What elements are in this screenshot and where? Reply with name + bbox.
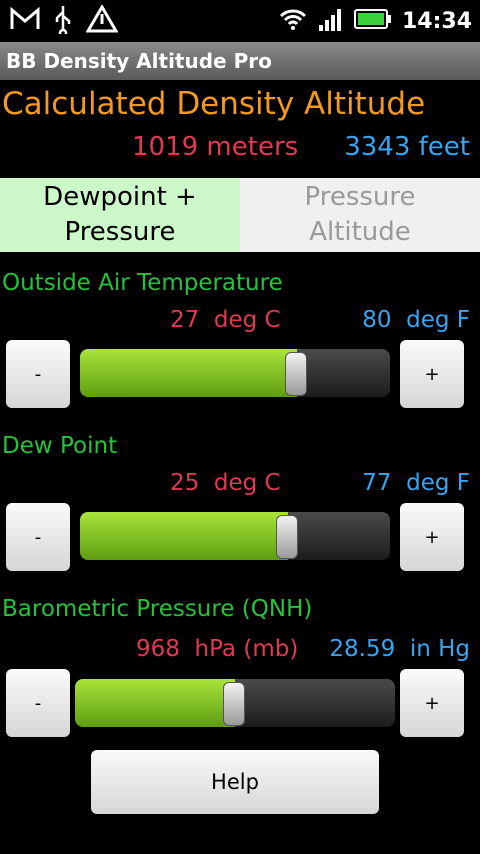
minus-label: -	[34, 526, 42, 548]
pressure-value-hpa: 968 hPa (mb)	[136, 636, 299, 662]
oat-slider-fill	[80, 349, 297, 397]
oat-plus-button[interactable]: +	[400, 340, 464, 408]
oat-slider[interactable]	[80, 349, 390, 397]
minus-label: -	[34, 692, 42, 714]
minus-label: -	[34, 363, 42, 385]
dewpoint-value-c: 25 deg C	[170, 470, 281, 496]
dewpoint-slider-fill	[80, 512, 288, 560]
usb-icon	[52, 4, 74, 38]
help-label: Help	[211, 770, 259, 794]
tab-dewpoint-label: Dewpoint + Pressure	[43, 182, 197, 247]
dewpoint-slider-thumb[interactable]	[275, 515, 298, 559]
dewpoint-label: Dew Point	[2, 433, 118, 459]
pressure-slider-fill	[75, 679, 235, 727]
pressure-label: Barometric Pressure (QNH)	[2, 596, 313, 622]
oat-minus-button[interactable]: -	[6, 340, 70, 408]
pressure-slider-thumb[interactable]	[223, 682, 245, 726]
battery-icon	[353, 8, 392, 34]
oat-slider-thumb[interactable]	[285, 352, 307, 396]
pressure-slider[interactable]	[75, 679, 395, 727]
status-bar: 14:34	[0, 0, 480, 42]
plus-label: +	[424, 692, 440, 714]
plus-label: +	[424, 363, 440, 385]
dewpoint-minus-button[interactable]: -	[6, 503, 70, 571]
pressure-plus-button[interactable]: +	[400, 669, 464, 737]
warning-icon	[85, 4, 119, 37]
dewpoint-value-f: 77 deg F	[362, 470, 470, 496]
app-title-bar: BB Density Altitude Pro	[0, 42, 480, 80]
tab-pressure-altitude[interactable]: Pressure Altitude	[240, 178, 480, 252]
oat-value-c: 27 deg C	[170, 307, 281, 333]
help-button[interactable]: Help	[91, 750, 379, 814]
pressure-minus-button[interactable]: -	[6, 669, 70, 737]
clock: 14:34	[401, 8, 472, 34]
signal-icon	[318, 7, 344, 35]
dewpoint-slider[interactable]	[80, 512, 390, 560]
oat-label: Outside Air Temperature	[2, 270, 283, 296]
app-title: BB Density Altitude Pro	[6, 49, 272, 73]
density-altitude-feet: 3343 feet	[344, 132, 470, 162]
result-heading: Calculated Density Altitude	[2, 86, 426, 122]
plus-label: +	[424, 526, 440, 548]
wifi-icon	[278, 7, 308, 35]
tab-pressure-label: Pressure Altitude	[304, 182, 416, 247]
pressure-value-inhg: 28.59 in Hg	[329, 636, 470, 662]
dewpoint-plus-button[interactable]: +	[400, 503, 464, 571]
gmail-icon	[10, 6, 40, 35]
oat-value-f: 80 deg F	[362, 307, 470, 333]
density-altitude-meters: 1019 meters	[132, 132, 299, 162]
tab-dewpoint-pressure[interactable]: Dewpoint + Pressure	[0, 178, 240, 252]
